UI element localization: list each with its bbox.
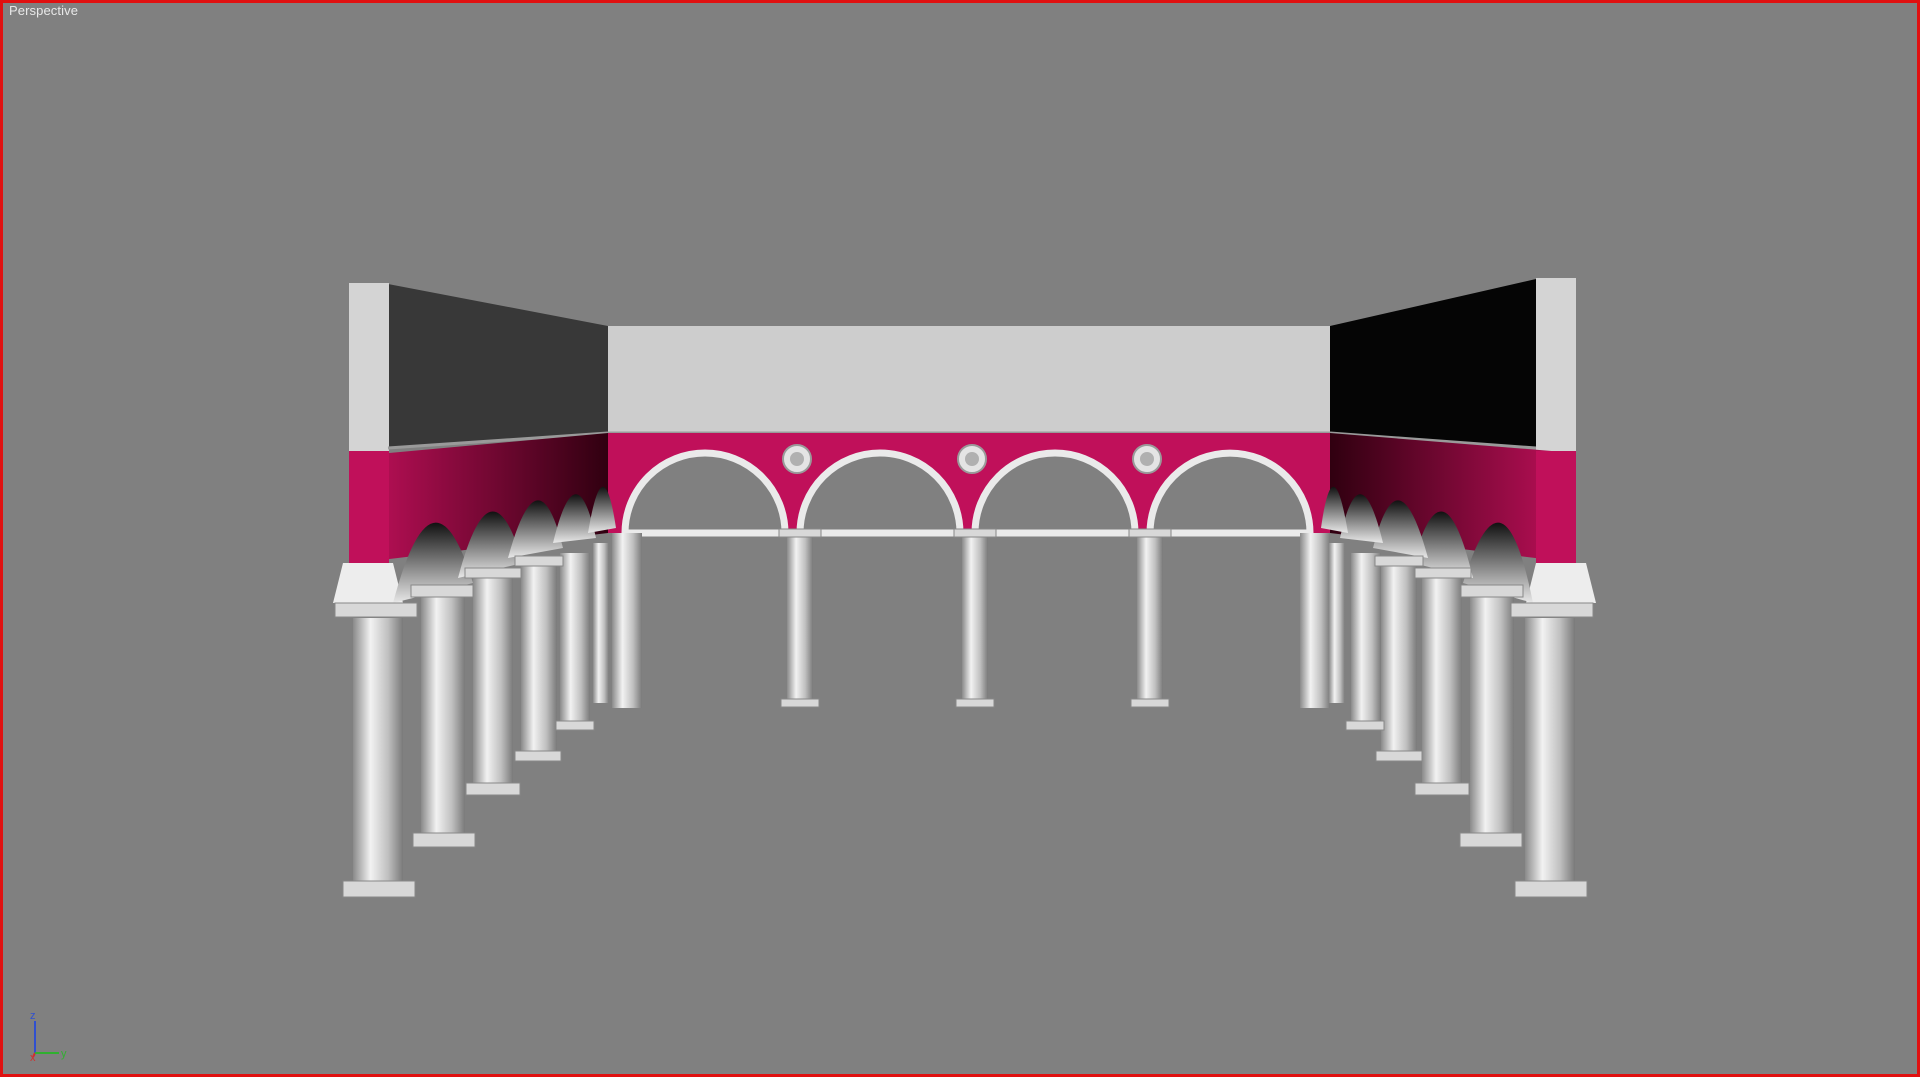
scene-render[interactable] [3, 3, 1917, 1074]
upper-walls [349, 278, 1576, 451]
back-column [1137, 533, 1163, 703]
right-column [1422, 575, 1462, 790]
axis-x-label: x [30, 1052, 36, 1063]
perspective-viewport[interactable]: Perspective z x y [0, 0, 1920, 1077]
left-corner-pier [349, 451, 389, 563]
left-column [473, 575, 513, 790]
right-column [1329, 543, 1345, 703]
left-column [521, 563, 557, 758]
back-column [1300, 533, 1330, 708]
back-column [962, 533, 988, 703]
axis-tripod-icon: z x y [30, 1010, 67, 1063]
back-column [612, 533, 642, 708]
right-corner-pier [1536, 451, 1576, 563]
right-column [1525, 618, 1575, 888]
back-column [787, 533, 813, 703]
viewport-label[interactable]: Perspective [9, 3, 78, 18]
left-arcade [333, 433, 616, 898]
left-wall-upper [388, 284, 608, 448]
left-column [421, 593, 465, 838]
left-column [593, 543, 609, 703]
axis-y-label: y [61, 1048, 67, 1060]
right-column [1470, 593, 1514, 838]
left-corner-upper [349, 283, 389, 451]
left-column [353, 618, 403, 888]
back-arcade [608, 433, 1330, 708]
axis-z-label: z [30, 1010, 36, 1022]
back-columns [612, 533, 1330, 708]
back-wall-upper [608, 326, 1330, 433]
right-arcade [1321, 433, 1596, 898]
right-wall-upper [1330, 279, 1536, 448]
right-corner-upper [1536, 278, 1576, 451]
left-column [560, 553, 590, 728]
right-column [1381, 563, 1417, 758]
right-column [1351, 553, 1381, 728]
